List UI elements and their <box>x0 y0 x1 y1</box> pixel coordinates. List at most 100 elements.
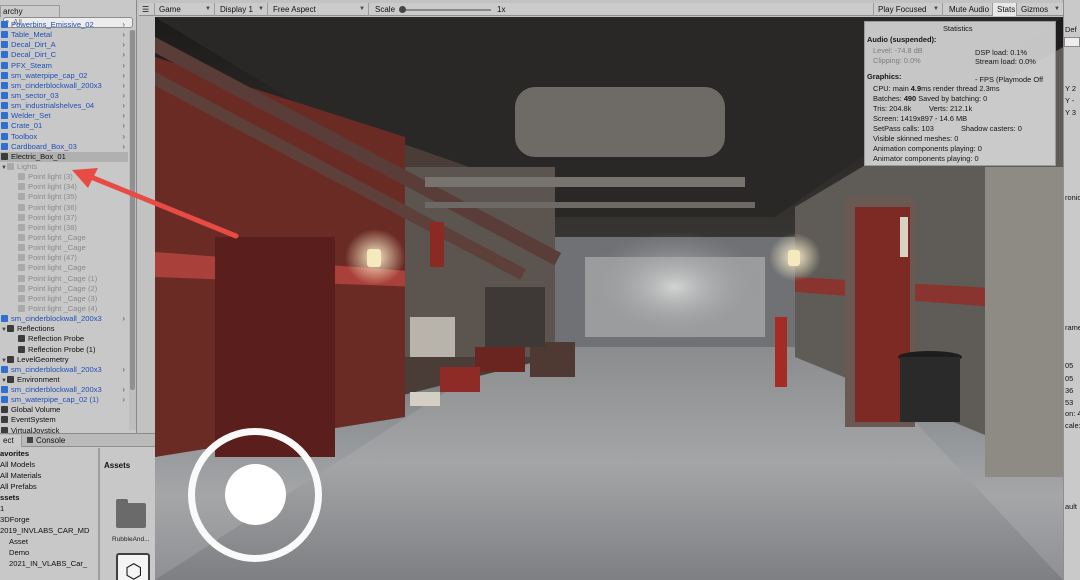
prefab-open-arrow-icon[interactable]: › <box>122 101 125 111</box>
project-tree-item[interactable]: Demo <box>0 547 98 558</box>
hierarchy-item[interactable]: Point light _Cage (4) <box>0 304 128 314</box>
hierarchy-item[interactable]: ▼ Environment <box>0 375 128 385</box>
prefab-open-arrow-icon[interactable]: › <box>122 81 125 91</box>
project-tree-item[interactable]: avorites <box>0 448 98 459</box>
tab-project[interactable]: ect <box>0 435 22 447</box>
project-tree-label: All Materials <box>0 471 42 480</box>
prefab-open-arrow-icon[interactable]: › <box>122 132 125 142</box>
hierarchy-item-label: Point light _Cage (4) <box>28 303 98 313</box>
prefab-open-arrow-icon[interactable]: › <box>122 20 125 30</box>
inspector-label: 05 <box>1065 361 1074 370</box>
hierarchy-item[interactable]: Reflection Probe <box>0 334 128 344</box>
project-tree-label: 3DForge <box>0 515 30 524</box>
virtual-joystick-knob[interactable] <box>225 464 286 525</box>
hierarchy-item[interactable]: Decal_Dirt_A › <box>0 40 128 50</box>
prefab-open-arrow-icon[interactable]: › <box>122 395 125 405</box>
hierarchy-item[interactable]: sm_cinderblockwall_200x3 › <box>0 385 128 395</box>
hierarchy-item[interactable]: sm_cinderblockwall_200x3 › <box>0 81 128 91</box>
project-tree-item[interactable]: All Models <box>0 459 98 470</box>
project-tree-item[interactable]: 3DForge <box>0 514 98 525</box>
project-tree-item[interactable]: All Prefabs <box>0 481 98 492</box>
aspect-dropdown[interactable]: Free Aspect ▼ <box>269 3 369 16</box>
tab-console-label: Console <box>36 436 66 445</box>
hierarchy-item[interactable]: Global Volume <box>0 405 128 415</box>
hierarchy-item[interactable]: Point light (37) <box>0 213 128 223</box>
project-tree-item[interactable]: 2021_IN_VLABS_Car_ <box>0 558 98 569</box>
hierarchy-item[interactable]: Point light (35) <box>0 192 128 202</box>
hierarchy-item[interactable]: Table_Metal › <box>0 30 128 40</box>
scale-slider-knob[interactable] <box>399 6 406 13</box>
hierarchy-item[interactable]: Point light (34) <box>0 182 128 192</box>
unity-scene-icon[interactable] <box>116 553 150 580</box>
prefab-open-arrow-icon[interactable]: › <box>122 50 125 60</box>
menu-icon[interactable]: ☰ <box>139 3 155 16</box>
hierarchy-item[interactable]: Toolbox › <box>0 132 128 142</box>
hierarchy-item[interactable]: Welder_Set › <box>0 111 128 121</box>
hierarchy-scrollbar[interactable] <box>129 30 136 430</box>
project-tree-item[interactable]: 2019_INVLABS_CAR_MD <box>0 525 98 536</box>
inspector-field[interactable] <box>1064 37 1080 47</box>
hierarchy-item[interactable]: Point light _Cage <box>0 233 128 243</box>
hierarchy-item[interactable]: Point light (3) <box>0 172 128 182</box>
project-tree-item[interactable]: All Materials <box>0 470 98 481</box>
hierarchy-item[interactable]: Decal_Dirt_C › <box>0 50 128 60</box>
hierarchy-item[interactable]: Point light _Cage <box>0 263 128 273</box>
folder-icon[interactable] <box>116 499 146 528</box>
hierarchy-item[interactable]: Point light (36) <box>0 203 128 213</box>
prefab-open-arrow-icon[interactable]: › <box>122 71 125 81</box>
game-view-dropdown[interactable]: Game ▼ <box>155 3 215 16</box>
hierarchy-item[interactable]: Powerbins_Emissive_02 › <box>0 20 128 30</box>
project-tree-item[interactable]: Asset <box>0 536 98 547</box>
hierarchy-item[interactable]: Point light _Cage <box>0 243 128 253</box>
mute-audio-button[interactable]: Mute Audio <box>945 3 993 16</box>
gizmos-dropdown[interactable]: Gizmos ▼ <box>1017 3 1063 16</box>
gameobject-icon <box>18 335 25 343</box>
hierarchy-item[interactable]: sm_sector_03 › <box>0 91 128 101</box>
project-tree-item[interactable]: 1 <box>0 503 98 514</box>
display-dropdown[interactable]: Display 1 ▼ <box>216 3 268 16</box>
hierarchy-item[interactable]: Point light _Cage (2) <box>0 284 128 294</box>
hierarchy-item[interactable]: sm_waterpipe_cap_02 (1) › <box>0 395 128 405</box>
hierarchy-item[interactable]: Reflection Probe (1) <box>0 345 128 355</box>
hierarchy-item[interactable]: Point light _Cage (1) <box>0 274 128 284</box>
prefab-open-arrow-icon[interactable]: › <box>122 61 125 71</box>
stats-audio-level: Level: -74.8 dB <box>873 46 923 55</box>
play-focused-dropdown[interactable]: Play Focused ▼ <box>873 3 943 16</box>
hierarchy-item[interactable]: sm_industrialshelves_04 › <box>0 101 128 111</box>
project-tree-label: All Prefabs <box>0 482 37 491</box>
gameobject-icon <box>1 61 8 69</box>
hierarchy-item[interactable]: EventSystem <box>0 415 128 425</box>
hierarchy-item[interactable]: ▼ Lights <box>0 162 128 172</box>
inspector-field-row: Y 3 <box>1065 108 1076 117</box>
hierarchy-item[interactable]: Point light _Cage (3) <box>0 294 128 304</box>
prefab-open-arrow-icon[interactable]: › <box>122 30 125 40</box>
hierarchy-item-label: sm_cinderblockwall_200x3 <box>11 385 102 395</box>
hierarchy-item[interactable]: Crate_01 › <box>0 121 128 131</box>
hierarchy-item[interactable]: ▼ LevelGeometry <box>0 355 128 365</box>
prefab-open-arrow-icon[interactable]: › <box>122 385 125 395</box>
prefab-open-arrow-icon[interactable]: › <box>122 314 125 324</box>
hierarchy-item[interactable]: Point light (47) <box>0 253 128 263</box>
stats-button[interactable]: Stats <box>993 3 1017 16</box>
hierarchy-tab[interactable]: archy <box>0 5 60 17</box>
project-tree-item[interactable]: ssets <box>0 492 98 503</box>
hierarchy-item[interactable]: PFX_Steam › <box>0 61 128 71</box>
prefab-open-arrow-icon[interactable]: › <box>122 40 125 50</box>
prefab-open-arrow-icon[interactable]: › <box>122 142 125 152</box>
hierarchy-item[interactable]: sm_cinderblockwall_200x3 › <box>0 314 128 324</box>
prefab-open-arrow-icon[interactable]: › <box>122 121 125 131</box>
hierarchy-item[interactable]: ▼ Reflections <box>0 324 128 334</box>
tab-console[interactable]: Console <box>24 435 74 447</box>
prefab-open-arrow-icon[interactable]: › <box>122 91 125 101</box>
hierarchy-item[interactable]: Cardboard_Box_03 › <box>0 142 128 152</box>
prefab-open-arrow-icon[interactable]: › <box>122 111 125 121</box>
hierarchy-item[interactable]: VirtualJoystick <box>0 426 128 433</box>
scale-slider[interactable] <box>401 9 491 11</box>
scrollbar-thumb[interactable] <box>130 30 135 390</box>
hierarchy-item[interactable]: Electric_Box_01 <box>0 151 128 162</box>
prefab-open-arrow-icon[interactable]: › <box>122 365 125 375</box>
hierarchy-item[interactable]: sm_cinderblockwall_200x3 › <box>0 365 128 375</box>
hierarchy-item[interactable]: sm_waterpipe_cap_02 › <box>0 71 128 81</box>
inspector-label: 05 <box>1065 374 1074 383</box>
hierarchy-item[interactable]: Point light (38) <box>0 223 128 233</box>
